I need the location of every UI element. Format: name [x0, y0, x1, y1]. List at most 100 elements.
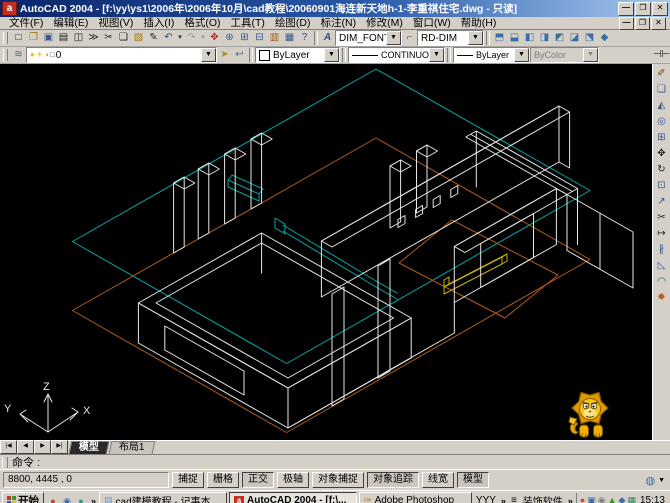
task-notepad[interactable]: ▤ cad建模教程 - 记事本	[99, 492, 228, 503]
doc-close-button[interactable]: ✕	[651, 16, 666, 30]
drawing-canvas[interactable]: Z X Y	[0, 64, 652, 440]
view-right-icon[interactable]: ◨	[537, 31, 552, 45]
combo-arrow-icon[interactable]: ▼	[514, 48, 529, 62]
help-icon[interactable]: ?	[297, 31, 312, 45]
doc-minimize-button[interactable]: —	[619, 16, 634, 30]
view-sw-iso-icon[interactable]: ◩	[552, 31, 567, 45]
command-grip[interactable]	[2, 456, 8, 468]
menu-view[interactable]: 视图(V)	[93, 17, 138, 29]
desktop-toolbar-label[interactable]: 装饰软件	[521, 493, 565, 503]
menu-tools[interactable]: 工具(T)	[226, 17, 270, 29]
zoom-previous-icon[interactable]: ⊟	[252, 31, 267, 45]
polar-toggle[interactable]: 极轴	[277, 472, 309, 488]
task-photoshop[interactable]: ✑ Adobe Photoshop	[359, 492, 472, 503]
tray-icon-4[interactable]: ▲	[608, 493, 617, 503]
task-autocad[interactable]: a AutoCAD 2004 - [f:\...	[229, 492, 358, 503]
layer-combobox[interactable]: ●☀◑□ 0 ▼	[26, 47, 217, 63]
copy-clip-icon[interactable]: ❏	[116, 31, 131, 45]
text-style-combobox[interactable]: DIM_FONT ▼	[335, 30, 402, 46]
menu-dimension[interactable]: 标注(N)	[316, 17, 362, 29]
close-button[interactable]: ✕	[652, 1, 668, 16]
combo-arrow-icon[interactable]: ▼	[468, 31, 483, 45]
redo-icon[interactable]: ↷	[184, 31, 199, 45]
properties-icon[interactable]: ▦	[282, 31, 297, 45]
view-ne-iso-icon[interactable]: ⬔	[582, 31, 597, 45]
tab-last-button[interactable]: ▶|	[51, 440, 68, 454]
fillet-icon[interactable]: ◠	[653, 274, 670, 289]
break-icon[interactable]: ∦	[653, 242, 670, 257]
tray-icon-3[interactable]: ◉	[598, 493, 606, 503]
tab-first-button[interactable]: |◀	[0, 440, 17, 454]
quick-launch-chevron[interactable]: »	[90, 496, 97, 503]
view-bottom-icon[interactable]: ⬓	[507, 31, 522, 45]
zoom-window-icon[interactable]: ⊞	[237, 31, 252, 45]
plot-preview-icon[interactable]: ◫	[71, 31, 86, 45]
tool-palettes-icon[interactable]: ▥	[267, 31, 282, 45]
open-icon[interactable]: ❐	[26, 31, 41, 45]
grid-toggle[interactable]: 栅格	[207, 472, 239, 488]
offset-icon[interactable]: ◎	[653, 114, 670, 129]
layer-manager-icon[interactable]: ≋	[11, 48, 26, 62]
copy-icon[interactable]: ❏	[653, 82, 670, 97]
pan-icon[interactable]: ✥	[207, 31, 222, 45]
language-bar[interactable]: YYY	[474, 495, 498, 503]
array-icon[interactable]: ⊞	[653, 130, 670, 145]
color-combobox[interactable]: ByLayer ▼	[255, 47, 340, 63]
save-icon[interactable]: ▣	[41, 31, 56, 45]
coordinate-display[interactable]: 8800, 4445 , 0	[3, 472, 169, 488]
snap-toggle[interactable]: 捕捉	[172, 472, 204, 488]
stretch-icon[interactable]: ↗	[653, 194, 670, 209]
language-chevron[interactable]: »	[500, 496, 507, 503]
quick-launch-msn-icon[interactable]: ●	[74, 494, 88, 503]
tab-layout1[interactable]: 布局1	[108, 441, 155, 454]
restore-button[interactable]: ❐	[635, 1, 651, 16]
move-icon[interactable]: ✥	[653, 146, 670, 161]
dim-style-combobox[interactable]: RD-DIM ▼	[417, 30, 484, 46]
trim-icon[interactable]: ✂	[653, 210, 670, 225]
status-tray-arrow-icon[interactable]: ▼	[658, 477, 667, 484]
antivirus-lion-mascot[interactable]	[566, 386, 616, 442]
menu-draw[interactable]: 绘图(D)	[270, 17, 316, 29]
menu-window[interactable]: 窗口(W)	[408, 17, 456, 29]
menu-file[interactable]: 文件(F)	[4, 17, 48, 29]
communication-center-icon[interactable]: ◍	[645, 474, 655, 487]
publish-icon[interactable]: ≫	[86, 31, 101, 45]
menu-format[interactable]: 格式(O)	[179, 17, 225, 29]
lwt-toggle[interactable]: 线宽	[422, 472, 454, 488]
view-se-iso-icon[interactable]: ◪	[567, 31, 582, 45]
desktop-toolbar-chevron[interactable]: »	[567, 496, 574, 503]
make-object-layer-current-icon[interactable]: ➤	[217, 48, 232, 62]
combo-arrow-icon[interactable]: ▼	[201, 48, 216, 62]
view-top-icon[interactable]: ⬒	[492, 31, 507, 45]
mirror-icon[interactable]: ◭	[653, 98, 670, 113]
otrack-toggle[interactable]: 对象追踪	[367, 472, 419, 488]
layer-previous-icon[interactable]: ↩	[232, 48, 247, 62]
combo-arrow-icon[interactable]: ▼	[386, 31, 401, 45]
menu-insert[interactable]: 插入(I)	[138, 17, 179, 29]
osnap-toggle[interactable]: 对象捕捉	[312, 472, 364, 488]
tray-icon-1[interactable]: ●	[580, 493, 585, 503]
menu-modify[interactable]: 修改(M)	[361, 17, 408, 29]
doc-restore-button[interactable]: ❐	[635, 16, 650, 30]
menu-edit[interactable]: 编辑(E)	[48, 17, 93, 29]
combo-arrow-icon[interactable]: ▼	[324, 48, 339, 62]
redo-list-arrow[interactable]: ▾	[199, 31, 207, 45]
erase-icon[interactable]: ✐	[653, 66, 670, 81]
combo-arrow-icon[interactable]: ▼	[429, 48, 444, 62]
undo-icon[interactable]: ↶	[161, 31, 176, 45]
match-properties-icon[interactable]: ✎	[146, 31, 161, 45]
plot-icon[interactable]: ▤	[56, 31, 71, 45]
zoom-realtime-icon[interactable]: ⊕	[222, 31, 237, 45]
start-button[interactable]: 开始	[2, 492, 44, 503]
quick-launch-ie-icon[interactable]: ◉	[60, 494, 74, 503]
tray-icon-2[interactable]: ▣	[587, 493, 596, 503]
linetype-combobox[interactable]: CONTINUOUS ▼	[348, 47, 445, 63]
command-line[interactable]: 命令 :	[0, 454, 670, 469]
dim-style-icon[interactable]: ⌐	[402, 31, 417, 45]
ortho-toggle[interactable]: 正交	[242, 472, 274, 488]
orbit-3d-icon[interactable]: ◆	[597, 31, 612, 45]
text-style-icon[interactable]: A	[320, 31, 335, 45]
minimize-button[interactable]: —	[618, 1, 634, 16]
tray-icon-5[interactable]: ◆	[619, 493, 626, 503]
paste-icon[interactable]: ▧	[131, 31, 146, 45]
